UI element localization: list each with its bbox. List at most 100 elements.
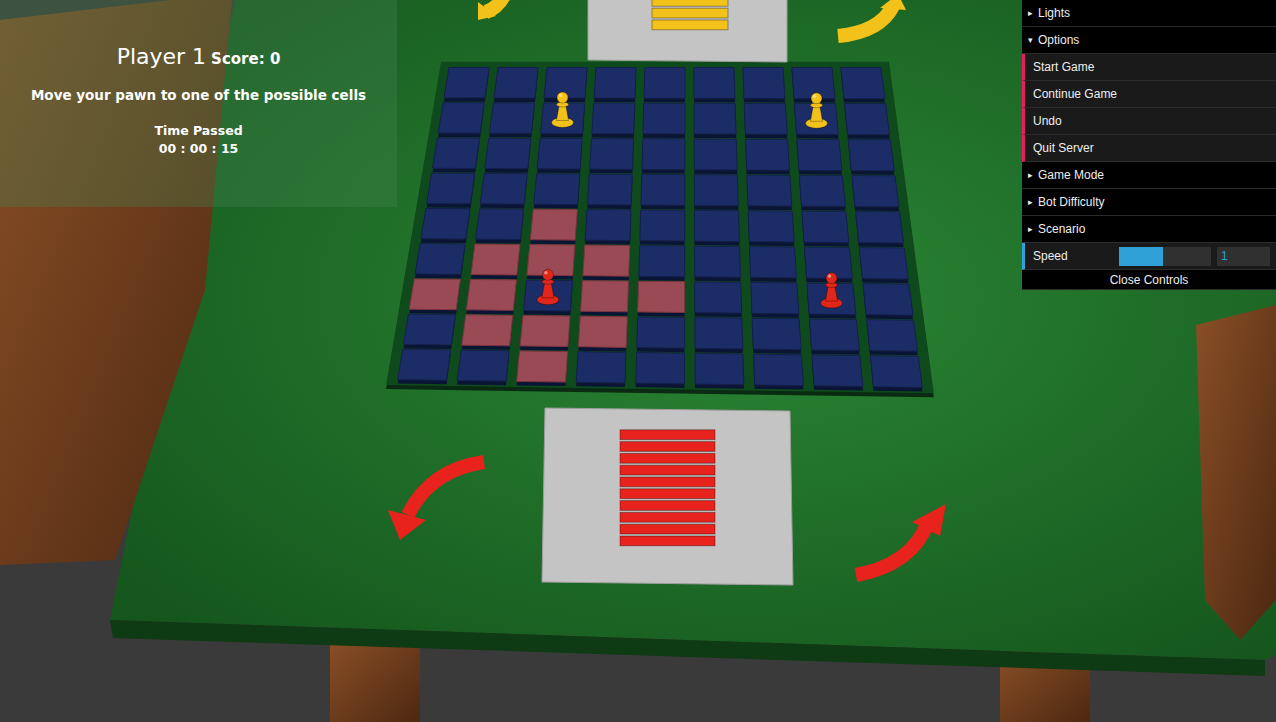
board-cell [421,208,470,239]
board-cell [637,317,685,348]
board-cell [592,103,635,134]
board-cell [489,103,534,134]
wall-piece[interactable] [620,536,715,546]
board-cell [870,356,922,388]
table-edge [110,620,1265,676]
board-cell [867,320,918,352]
wall-piece[interactable] [620,430,715,440]
menu-button[interactable]: Quit Server [1022,135,1276,162]
pawn[interactable] [537,269,559,305]
board-cell [747,175,792,206]
board-cell [587,174,632,205]
board-cell [752,318,801,349]
wall-piece[interactable] [620,465,715,475]
folder-label: Bot Difficulty [1038,195,1104,209]
folder-toggle-icon[interactable]: ▾ [1028,35,1033,45]
wall-stack[interactable] [388,408,946,585]
board-cell [534,174,580,205]
board-cell [694,139,737,170]
speed-control: Speed 1 [1022,243,1276,270]
board-cell [750,247,797,278]
timer: 00 : 00 : 15 [159,141,239,156]
rotate-arrow-icon[interactable] [838,0,906,36]
folder-title[interactable]: ▸ Lights [1022,0,1276,27]
board-cell [799,175,845,206]
timer-label: Time Passed [154,123,242,138]
rotate-arrow-icon[interactable] [856,504,946,575]
folder-title[interactable]: ▾ Options [1022,27,1276,54]
board-cell [856,212,904,243]
slider-fill [1119,247,1163,266]
board-cell [848,140,894,171]
menu-button[interactable]: Undo [1022,108,1276,135]
folder-title[interactable]: ▸ Scenario [1022,216,1276,243]
board-cell [812,355,863,387]
board-cell [494,68,538,98]
board-cell [398,349,451,380]
close-controls-button[interactable]: Close Controls [1022,270,1276,290]
folder-toggle-icon[interactable]: ▸ [1028,170,1033,180]
folder-toggle-icon[interactable]: ▸ [1028,224,1033,234]
board-cell [809,319,859,351]
wall-piece[interactable] [620,512,715,522]
possible-cell[interactable] [517,351,568,382]
wall-piece[interactable] [620,489,715,499]
possible-cell[interactable] [581,281,629,312]
wall-piece[interactable] [620,501,715,511]
menu-button[interactable]: Start Game [1022,54,1276,81]
board-cell [438,103,484,134]
wall-piece[interactable] [620,453,715,463]
possible-cell[interactable] [530,209,577,240]
folder-toggle-icon[interactable]: ▸ [1028,197,1033,207]
board-cell [480,174,527,205]
wall-piece[interactable] [652,0,728,6]
rotate-arrow-icon[interactable] [388,462,484,540]
wall-stack[interactable] [478,0,906,62]
board-cell [641,174,685,205]
board-cell [694,210,739,241]
wall-piece[interactable] [652,20,728,30]
pawn[interactable] [552,92,574,128]
pawn[interactable] [806,93,828,129]
board-cell [695,282,742,313]
board-cell [695,318,743,349]
wall-piece[interactable] [620,442,715,452]
possible-cell[interactable] [520,316,570,347]
wall-tray [588,0,787,62]
chair-right [1196,305,1276,640]
folder-title[interactable]: ▸ Bot Difficulty [1022,189,1276,216]
board-cell [748,211,794,242]
board-cell [444,68,489,98]
speed-value[interactable]: 1 [1217,247,1270,266]
folder-toggle-icon[interactable]: ▸ [1028,8,1033,18]
folder-title[interactable]: ▸ Game Mode [1022,162,1276,189]
rotate-arrow-icon[interactable] [478,0,505,20]
possible-cell[interactable] [409,279,460,310]
board-cell [433,138,480,169]
wall-piece[interactable] [620,477,715,487]
board-cell [537,138,582,169]
board-cell [694,68,735,99]
possible-cell[interactable] [583,245,630,276]
folder-label: Game Mode [1038,168,1104,182]
possible-cell[interactable] [462,315,513,346]
possible-cell[interactable] [466,280,516,311]
board-cell [751,282,799,313]
wall-piece[interactable] [652,8,728,18]
instruction: Move your pawn to one of the possible ce… [31,87,366,103]
possible-cell[interactable] [578,316,627,347]
wall-piece[interactable] [620,524,715,534]
board-cell [794,103,838,134]
speed-slider[interactable] [1119,247,1211,266]
board-cell [802,211,849,242]
folder-label: Scenario [1038,222,1085,236]
pawn[interactable] [821,273,843,309]
board-cell [636,353,685,384]
board-cell [644,68,685,99]
board-cell [585,210,631,241]
possible-cell[interactable] [638,281,685,312]
possible-cell[interactable] [471,244,520,275]
player-line: Player 1 Score: 0 [117,44,281,69]
board-cell [642,139,685,170]
menu-button[interactable]: Continue Game [1022,81,1276,108]
